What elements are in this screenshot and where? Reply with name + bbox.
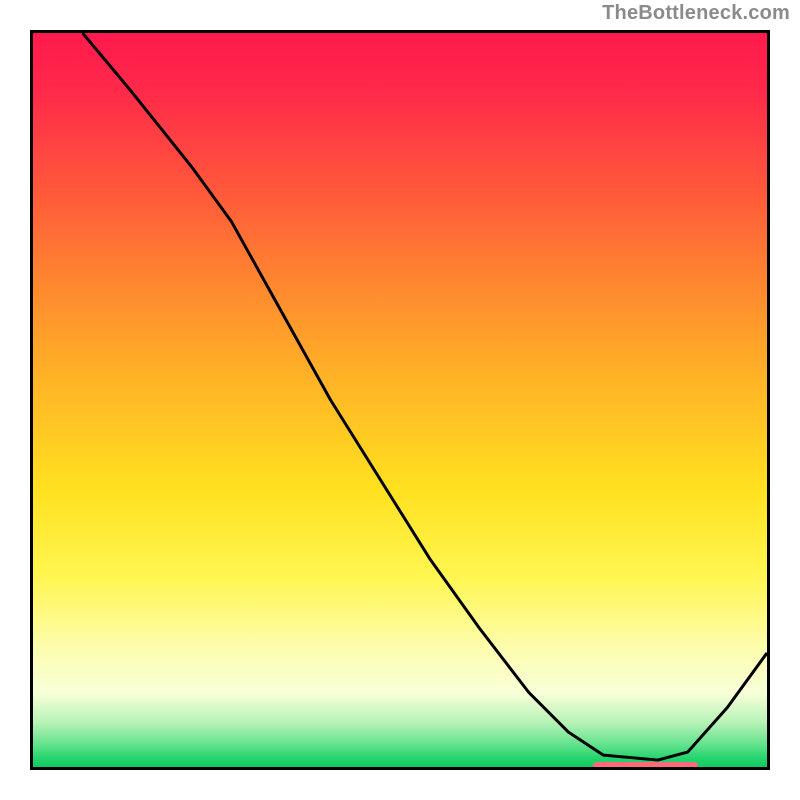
chart-curve bbox=[33, 33, 767, 767]
optimal-region-marker bbox=[593, 762, 698, 770]
chart-area bbox=[30, 30, 770, 770]
attribution-link[interactable]: TheBottleneck.com bbox=[602, 2, 790, 25]
curve-path bbox=[83, 33, 767, 760]
